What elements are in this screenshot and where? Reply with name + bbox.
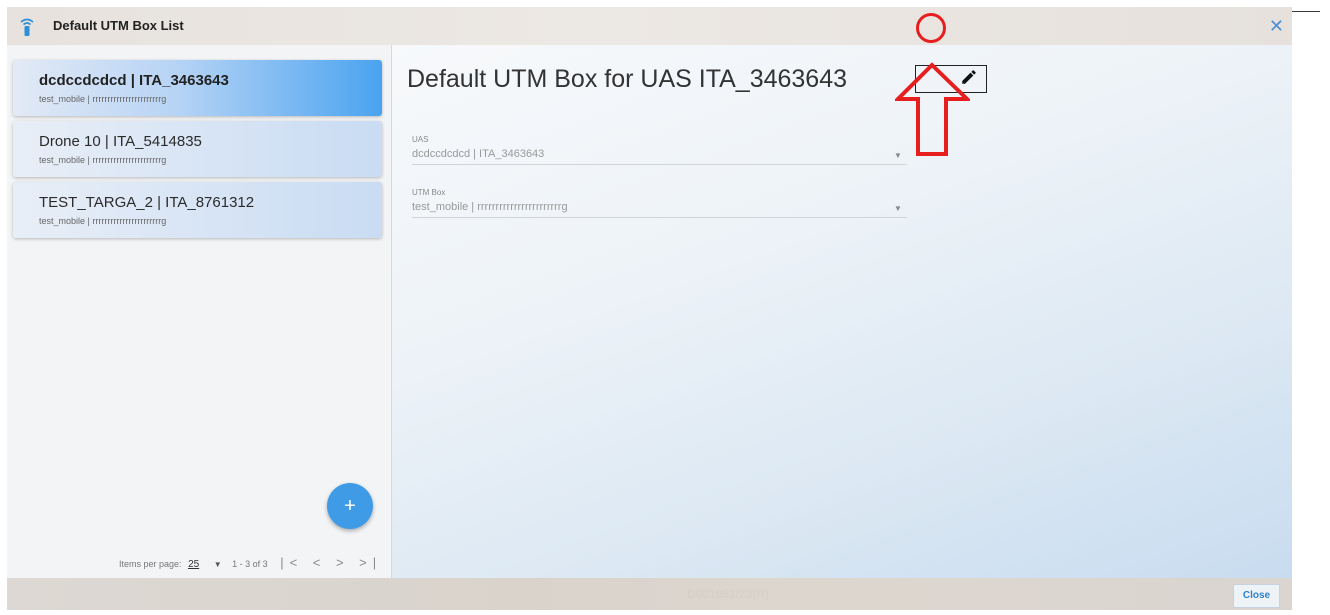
page-range: 1 - 3 of 3 (232, 559, 268, 569)
list-item-title: Drone 10 | ITA_5414835 (39, 133, 202, 150)
page-title: Default UTM Box for UAS ITA_3463643 (407, 65, 848, 93)
close-button[interactable]: Close (1233, 584, 1280, 608)
pagination-nav[interactable]: |< < > >| (280, 555, 382, 570)
list-item[interactable]: dcdccdcdcd | ITA_3463643 test_mobile | r… (13, 60, 382, 116)
add-button[interactable]: + (327, 483, 373, 529)
annotation-circle (916, 13, 946, 43)
list-item-subtitle: test_mobile | rrrrrrrrrrrrrrrrrrrrrrrg (39, 216, 167, 226)
utm-box-field-underline (412, 217, 907, 218)
utm-box-list-pane: dcdccdcdcd | ITA_3463643 test_mobile | r… (7, 45, 392, 578)
dialog-footer: D001951/23(R) Close (7, 578, 1292, 610)
detail-pane: Default UTM Box for UAS ITA_3463643 UAS … (392, 45, 1292, 578)
chevron-down-icon[interactable]: ▼ (214, 560, 222, 569)
list-item-title: TEST_TARGA_2 | ITA_8761312 (39, 194, 255, 211)
chevron-down-icon[interactable]: ▼ (894, 204, 902, 213)
uas-field[interactable]: dcdccdcdcd | ITA_3463643 (412, 148, 544, 160)
background-label: D001951/23(R) (687, 587, 770, 601)
items-per-page-select[interactable]: 25 (188, 559, 199, 570)
annotation-arrow-icon (895, 62, 970, 156)
list-item-subtitle: test_mobile | rrrrrrrrrrrrrrrrrrrrrrrg (39, 94, 167, 104)
antenna-icon (20, 18, 34, 36)
dialog-title: Default UTM Box List (53, 18, 184, 33)
uas-field-underline (412, 164, 907, 165)
list-item-title: dcdccdcdcd | ITA_3463643 (39, 72, 229, 89)
close-icon[interactable]: ✕ (1269, 17, 1284, 35)
utm-box-field[interactable]: test_mobile | rrrrrrrrrrrrrrrrrrrrrrrg (412, 201, 568, 213)
dialog-titlebar: Default UTM Box List ✕ (7, 7, 1292, 45)
list-item[interactable]: Drone 10 | ITA_5414835 test_mobile | rrr… (13, 121, 382, 177)
list-item-subtitle: test_mobile | rrrrrrrrrrrrrrrrrrrrrrrg (39, 155, 167, 165)
paginator: Items per page: 25 ▼ 1 - 3 of 3 |< < > >… (119, 555, 382, 570)
list-item[interactable]: TEST_TARGA_2 | ITA_8761312 test_mobile |… (13, 182, 382, 238)
utm-box-dialog: Default UTM Box List ✕ dcdccdcdcd | ITA_… (7, 7, 1292, 610)
items-per-page-label: Items per page: (119, 559, 182, 569)
utm-box-field-label: UTM Box (412, 188, 446, 197)
uas-field-label: UAS (412, 135, 429, 144)
